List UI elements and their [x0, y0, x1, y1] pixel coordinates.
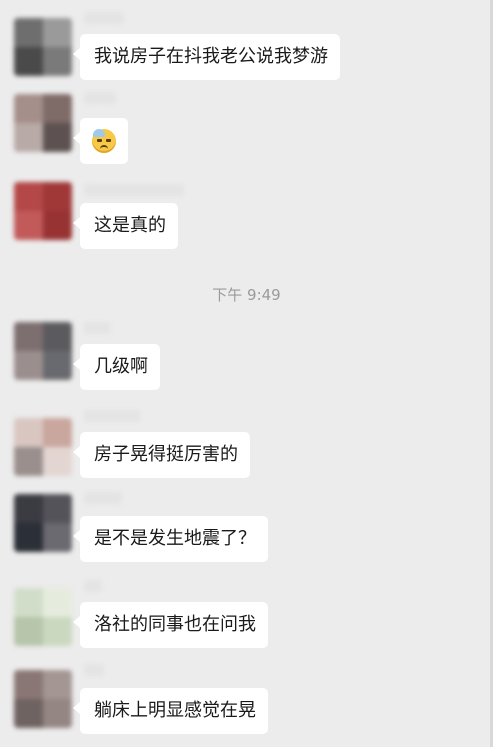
avatar-tile: [14, 418, 43, 447]
avatar-tile: [14, 494, 43, 523]
avatar-tile: [43, 351, 72, 380]
emoji-mouth: [100, 145, 108, 150]
avatar-tile: [43, 447, 72, 476]
sender-name-blurred: [84, 580, 102, 592]
avatar-tile: [43, 670, 72, 699]
message-bubble[interactable]: 我说房子在抖我老公说我梦游: [73, 34, 340, 80]
sweat-drop: [93, 129, 105, 137]
avatar-tile: [14, 523, 43, 552]
avatar-tile: [43, 494, 72, 523]
avatar-tile: [43, 418, 72, 447]
message-bubble[interactable]: 房子晃得挺厉害的: [73, 432, 250, 478]
avatar-tile: [14, 123, 43, 152]
sender-name-blurred: [84, 92, 116, 104]
message-bubble[interactable]: 躺床上明显感觉在晃: [73, 688, 268, 734]
avatar-tile: [43, 322, 72, 351]
timestamp: 下午 9:49: [212, 286, 281, 304]
avatar-tile: [43, 617, 72, 646]
avatar-tile: [43, 18, 72, 47]
message-bubble[interactable]: [73, 118, 128, 164]
chat-area: 我说房子在抖我老公说我梦游 这是真的 下午 9:49 几级啊 房子晃得挺厉害的 …: [0, 0, 493, 747]
avatar-tile: [43, 699, 72, 728]
avatar[interactable]: [14, 94, 72, 152]
avatar-tile: [43, 47, 72, 76]
avatar-tile: [14, 699, 43, 728]
sender-name-blurred: [84, 410, 140, 422]
list-item: 几级啊: [0, 318, 493, 398]
avatar-tile: [43, 523, 72, 552]
emoji-eye: [106, 139, 111, 142]
list-item: 洛社的同事也在问我: [0, 574, 493, 654]
message-bubble[interactable]: 几级啊: [73, 344, 160, 390]
avatar-tile: [43, 94, 72, 123]
avatar-tile: [14, 47, 43, 76]
emoji-eye: [97, 139, 102, 142]
list-item: 躺床上明显感觉在晃: [0, 660, 493, 740]
sender-name-blurred: [84, 492, 122, 504]
avatar-tile: [14, 588, 43, 617]
message-bubble[interactable]: 这是真的: [73, 203, 178, 249]
list-item: 这是真的: [0, 178, 493, 258]
list-item: 我说房子在抖我老公说我梦游: [0, 0, 493, 80]
avatar-tile: [14, 211, 43, 240]
list-item: [0, 90, 493, 170]
avatar-tile: [43, 182, 72, 211]
avatar-tile: [43, 588, 72, 617]
list-item: 房子晃得挺厉害的: [0, 402, 493, 482]
avatar[interactable]: [14, 182, 72, 240]
avatar-tile: [14, 94, 43, 123]
avatar-tile: [14, 670, 43, 699]
avatar-tile: [14, 351, 43, 380]
avatar-tile: [14, 182, 43, 211]
sender-name-blurred: [84, 12, 124, 24]
list-item: 是不是发生地震了？: [0, 486, 493, 566]
avatar[interactable]: [14, 18, 72, 76]
sweat-smile-emoji-icon: [92, 129, 116, 153]
avatar-tile: [14, 18, 43, 47]
avatar-tile: [14, 447, 43, 476]
message-bubble[interactable]: 是不是发生地震了？: [73, 516, 268, 562]
avatar-tile: [14, 322, 43, 351]
avatar-tile: [43, 123, 72, 152]
sender-name-blurred: [84, 664, 104, 676]
avatar[interactable]: [14, 322, 72, 380]
avatar[interactable]: [14, 670, 72, 728]
avatar[interactable]: [14, 588, 72, 646]
avatar-tile: [14, 617, 43, 646]
message-bubble[interactable]: 洛社的同事也在问我: [73, 602, 268, 648]
avatar-tile: [43, 211, 72, 240]
avatar[interactable]: [14, 494, 72, 552]
avatar[interactable]: [14, 418, 72, 476]
sender-name-blurred: [84, 184, 184, 196]
sender-name-blurred: [84, 322, 110, 334]
